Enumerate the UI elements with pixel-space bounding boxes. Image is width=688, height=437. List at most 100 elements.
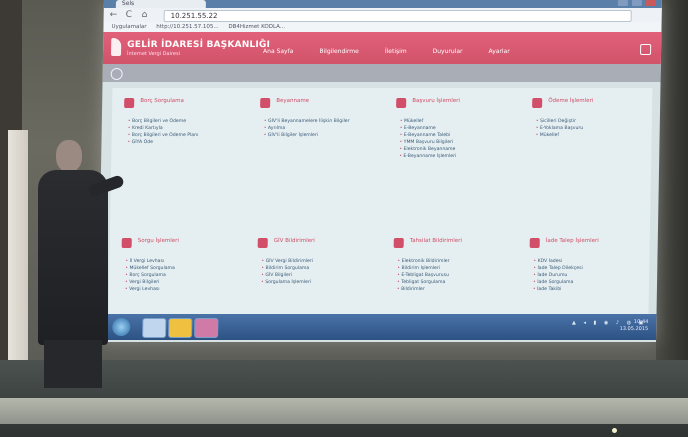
category-link[interactable]: E-Beyanname Talebi xyxy=(400,132,514,139)
category-header[interactable]: İade Talep İşlemleri xyxy=(529,238,648,248)
category-header[interactable]: Borç Sorgulama xyxy=(124,98,242,108)
category-header[interactable]: Tahsilat Bildirimleri xyxy=(393,238,512,248)
taskbar-app-powerpoint[interactable] xyxy=(194,318,219,338)
address-bar: ← C ⌂ 10.251.55.22 xyxy=(103,8,662,23)
category-link-list: Elektronik BildirimlerBildirim İşlemleri… xyxy=(393,258,512,293)
taskbar-clock: 10:44 13.05.2015 xyxy=(620,319,649,333)
category-link[interactable]: Mükellef xyxy=(400,118,514,125)
category-link[interactable]: Borç Bilgileri ve Ödeme Planı xyxy=(128,132,242,139)
category-card: Beyanname GİV'li Beyannamelere İlişkin Bi… xyxy=(260,98,379,139)
presenter-body xyxy=(38,170,108,345)
projected-screen: Sels ← C ⌂ 10.251.55.22 Uygulamalar http… xyxy=(98,0,662,342)
back-arrow-icon[interactable]: ← xyxy=(110,10,118,20)
url-input[interactable]: 10.251.55.22 xyxy=(163,10,632,22)
category-card: Tahsilat Bildirimleri Elektronik Bildirim… xyxy=(393,238,512,293)
browser-tab[interactable]: Sels xyxy=(115,0,206,8)
category-link[interactable]: Borç Sorgulama xyxy=(125,272,239,279)
presenter xyxy=(28,140,125,390)
menu-item-home[interactable]: Ana Sayfa xyxy=(263,48,293,55)
category-link[interactable]: E-Yoklama Başvuru xyxy=(536,125,650,132)
category-link[interactable]: GİV Vergi Bildirimleri xyxy=(261,258,375,265)
category-header[interactable]: GİV Bildirimleri xyxy=(257,238,376,248)
category-header[interactable]: Ödeme İşlemleri xyxy=(532,98,650,108)
category-header[interactable]: Başvuru İşlemleri xyxy=(396,98,514,108)
category-link[interactable]: Vergi Levhası xyxy=(125,286,239,293)
home-nav-icon[interactable] xyxy=(110,68,123,80)
bookmark-item[interactable]: DB4Hizmet KODLA... xyxy=(228,24,285,30)
category-link[interactable]: Bildirim İşlemleri xyxy=(397,265,511,272)
category-header[interactable]: Sorgu İşlemleri xyxy=(121,238,240,248)
menu-item-settings[interactable]: Ayarlar xyxy=(488,48,509,55)
category-link[interactable]: İade Sorgulama xyxy=(533,279,647,286)
category-link[interactable]: Elektronik Bildirimler xyxy=(397,258,511,265)
category-link[interactable]: İade Durumu xyxy=(533,272,647,279)
category-link[interactable]: E-Beyanname İşlemleri xyxy=(399,153,513,160)
category-card: Başvuru İşlemleriMükellefE-BeyannameE-Be… xyxy=(395,98,514,160)
category-header[interactable]: Beyanname xyxy=(260,98,378,108)
browser-tabbar: Sels xyxy=(103,0,662,8)
category-link[interactable]: Tebligat Sorgulama xyxy=(397,279,511,286)
bookmark-item[interactable]: http://10.251.57.105... xyxy=(156,24,218,30)
category-link[interactable]: Sorgulama İşlemleri xyxy=(261,279,375,286)
maximize-icon[interactable] xyxy=(631,0,642,6)
category-link[interactable]: Kredi Kartıyla xyxy=(128,125,242,132)
bookmarks-bar: Uygulamalar http://10.251.57.105... DB4H… xyxy=(103,22,662,32)
category-link[interactable]: E-Beyanname xyxy=(400,125,514,132)
app-subtitle: İnternet Vergi Dairesi xyxy=(126,51,181,57)
close-icon[interactable] xyxy=(645,0,656,6)
category-card: GİV Bildirimleri GİV Vergi BildirimleriBi… xyxy=(257,238,376,286)
category-link[interactable]: Bildirimler xyxy=(397,286,511,293)
category-link[interactable]: GİYA Öde xyxy=(127,139,241,146)
category-link[interactable]: Elektronik Beyanname xyxy=(399,146,513,153)
category-title: Tahsilat Bildirimleri xyxy=(409,238,463,244)
curtain xyxy=(8,130,28,395)
category-icon xyxy=(396,98,407,108)
category-link[interactable]: GİV'li Bilgiler İşlemleri xyxy=(264,132,378,139)
category-link[interactable]: İade Talep Dilekçesi xyxy=(533,265,647,272)
category-link[interactable]: Borç Bilgileri ve Ödeme xyxy=(128,118,242,125)
category-link[interactable]: E-Tebligat Başvurusu xyxy=(397,272,511,279)
category-link[interactable]: Sicilleri Değiştir xyxy=(536,118,650,125)
category-title: Ödeme İşlemleri xyxy=(548,98,594,104)
category-link[interactable]: İl Vergi Levhası xyxy=(125,258,239,265)
category-link[interactable]: Mükellef xyxy=(536,132,650,139)
category-link[interactable]: İade Takibi xyxy=(533,286,647,293)
stage-edge xyxy=(0,398,688,424)
taskbar: ▲ ◂ ▮ ◉ ♪ ◍ ▣ 10:44 13.05.2015 xyxy=(98,314,657,340)
category-card: Borç Sorgulama Borç Bilgileri ve ÖdemeKre… xyxy=(123,98,242,146)
app-title: GELİR İDARESİ BAŞKANLIĞI xyxy=(127,40,271,50)
category-link[interactable]: Mükellef Sorgulama xyxy=(125,265,239,272)
logout-icon[interactable] xyxy=(640,44,652,55)
category-link[interactable]: KDV İadesi xyxy=(533,258,647,265)
category-icon xyxy=(532,98,543,108)
category-link[interactable]: Bildirim Sorgulama xyxy=(261,265,375,272)
stage-light xyxy=(612,428,617,433)
category-title: İade Talep İşlemleri xyxy=(545,238,599,244)
category-link[interactable]: GİV Bilgileri xyxy=(261,272,375,279)
category-link[interactable]: YMM Başvuru Bilgileri xyxy=(399,139,513,146)
clock-time: 10:44 xyxy=(633,319,649,325)
minimize-icon[interactable] xyxy=(617,0,628,6)
reload-icon[interactable]: C xyxy=(126,10,132,20)
category-link-list: MükellefE-BeyannameE-Beyanname TalebiYMM… xyxy=(395,118,514,160)
category-link[interactable]: Vergi Bilgileri xyxy=(125,279,239,286)
category-link[interactable]: GİV'li Beyannamelere İlişkin Bilgiler xyxy=(264,118,378,125)
menu-item-announcements[interactable]: Duyurular xyxy=(433,48,463,55)
taskbar-app-explorer[interactable] xyxy=(142,318,167,338)
category-title: Başvuru İşlemleri xyxy=(412,98,460,104)
category-link[interactable]: Ayrılma xyxy=(264,125,378,132)
category-title: Borç Sorgulama xyxy=(140,98,184,104)
home-icon[interactable]: ⌂ xyxy=(142,10,148,20)
category-title: Sorgu İşlemleri xyxy=(137,238,180,244)
window-controls xyxy=(617,0,656,6)
taskbar-app-chrome[interactable] xyxy=(168,318,193,338)
bookmark-item[interactable]: Uygulamalar xyxy=(111,24,146,30)
menu-item-contact[interactable]: İletişim xyxy=(385,48,407,55)
presenter-legs xyxy=(44,340,102,388)
category-card: İade Talep İşlemleri KDV İadesiİade Talep… xyxy=(529,238,648,293)
category-icon xyxy=(529,238,540,248)
sub-navigation-bar xyxy=(102,64,661,82)
presenter-head xyxy=(56,140,82,172)
category-icon xyxy=(121,238,132,248)
menu-item-info[interactable]: Bilgilendirme xyxy=(319,48,359,55)
